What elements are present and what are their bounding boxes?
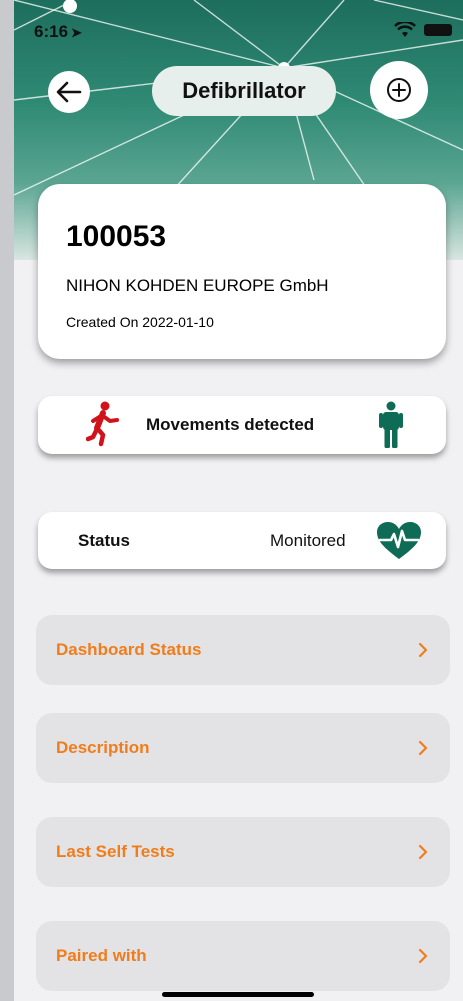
status-value: Monitored — [270, 531, 346, 550]
status-card: Status Monitored — [38, 512, 446, 569]
chevron-right-icon — [418, 948, 428, 964]
page-title-text: Defibrillator — [182, 78, 306, 103]
menu-item-dashboard-status[interactable]: Dashboard Status — [36, 615, 450, 685]
device-info-card: 100053 NIHON KOHDEN EUROPE GmbH Created … — [38, 184, 446, 359]
chevron-right-icon — [418, 740, 428, 756]
clock-time: 6:16 — [34, 22, 69, 41]
home-indicator[interactable] — [162, 992, 314, 997]
clock: 6:16 ➤ — [34, 22, 82, 42]
running-person-icon — [86, 401, 119, 447]
movement-status-text: Movements detected — [146, 415, 315, 434]
menu-item-description[interactable]: Description — [36, 713, 450, 783]
device-manufacturer: NIHON KOHDEN EUROPE GmbH — [66, 276, 329, 295]
chevron-right-icon — [418, 642, 428, 658]
status-label: Status — [78, 531, 130, 550]
menu-item-paired-with[interactable]: Paired with — [36, 921, 450, 991]
status-bar: 6:16 ➤ — [14, 0, 463, 60]
page-title: Defibrillator — [152, 66, 336, 116]
chevron-right-icon — [418, 844, 428, 860]
plus-circle-icon — [387, 78, 411, 102]
menu-item-label: Description — [56, 738, 150, 757]
arrow-left-icon — [56, 81, 82, 103]
menu-item-label: Paired with — [56, 946, 147, 965]
wifi-icon — [394, 22, 416, 37]
location-arrow-icon: ➤ — [71, 25, 82, 40]
standing-person-icon — [379, 401, 403, 448]
device-created-date: Created On 2022-01-10 — [66, 314, 214, 330]
battery-icon — [424, 24, 452, 36]
heart-pulse-icon — [377, 522, 421, 559]
movement-card: Movements detected — [38, 396, 446, 454]
device-id: 100053 — [66, 220, 167, 253]
app-screen: 6:16 ➤ Defibrillator 100053 NIHON KOHDEN … — [14, 0, 463, 1001]
menu-item-label: Dashboard Status — [56, 640, 202, 659]
menu-item-last-self-tests[interactable]: Last Self Tests — [36, 817, 450, 887]
menu-item-label: Last Self Tests — [56, 842, 175, 861]
add-button[interactable] — [370, 61, 428, 119]
back-button[interactable] — [48, 71, 90, 113]
